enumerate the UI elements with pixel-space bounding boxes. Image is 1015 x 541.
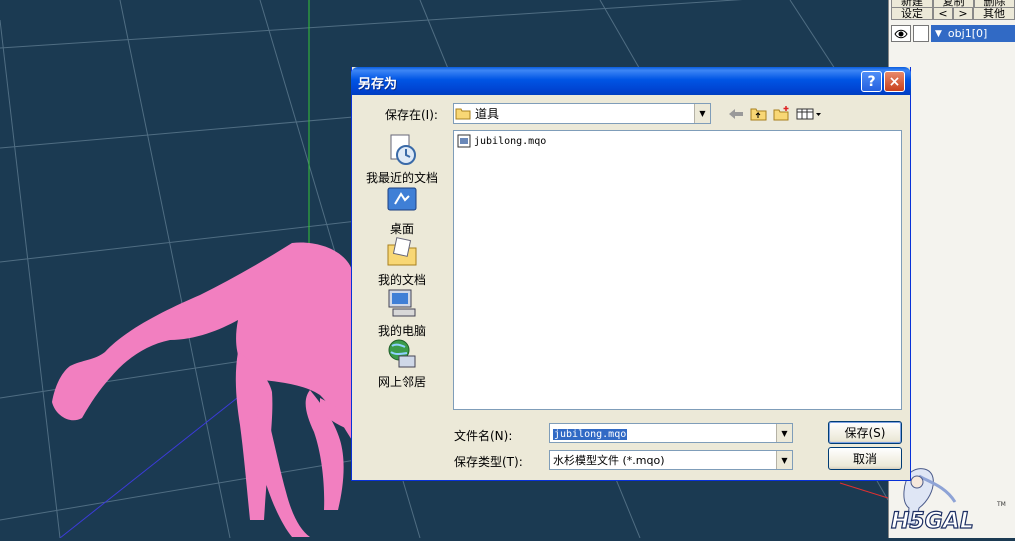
object-row[interactable]: ▼ obj1[0] — [891, 24, 1015, 43]
network-places-icon — [385, 337, 419, 371]
eye-icon — [894, 29, 908, 38]
filename-value: jubilong.mqo — [553, 429, 628, 440]
place-label: 我的文档 — [377, 273, 426, 287]
file-name: jubilong.mqo — [474, 135, 547, 147]
object-name-label: obj1[0] — [947, 27, 988, 40]
place-label: 网上邻居 — [377, 375, 426, 389]
file-list[interactable]: jubilong.mqo — [453, 130, 902, 410]
filetype-label: 保存类型(T): — [454, 455, 523, 469]
save-as-dialog: 另存为 ? × 保存在(I): 道具 ▼ 我最近的文档 桌面 我的文档 我的电脑… — [351, 67, 911, 481]
save-in-label: 保存在(I): — [385, 108, 438, 122]
place-recent[interactable]: 我最近的文档 — [358, 133, 446, 186]
up-folder-icon[interactable] — [749, 104, 769, 122]
filename-input[interactable]: jubilong.mqo ▼ — [549, 423, 793, 443]
place-label: 我最近的文档 — [365, 171, 438, 185]
lock-toggle[interactable] — [913, 25, 929, 42]
place-my-documents[interactable]: 我的文档 — [358, 235, 446, 288]
place-desktop[interactable]: 桌面 — [358, 184, 446, 237]
desktop-icon — [385, 184, 419, 218]
my-documents-icon — [385, 235, 419, 269]
filetype-value: 水杉模型文件 (*.mqo) — [553, 454, 665, 467]
help-button[interactable]: ? — [861, 71, 882, 92]
filetype-select[interactable]: 水杉模型文件 (*.mqo) ▼ — [549, 450, 793, 470]
new-folder-icon[interactable] — [772, 104, 792, 122]
svg-text:H5GAL: H5GAL — [891, 509, 974, 534]
close-button[interactable]: × — [884, 71, 905, 92]
my-computer-icon — [385, 286, 419, 320]
mqo-file-icon — [457, 134, 471, 148]
expand-triangle-icon[interactable]: ▼ — [935, 29, 942, 39]
x-axis-line — [839, 482, 888, 499]
place-label: 我的电脑 — [377, 324, 426, 338]
place-my-computer[interactable]: 我的电脑 — [358, 286, 446, 339]
save-button[interactable]: 保存(S) — [828, 421, 902, 444]
next-object-button[interactable]: > — [953, 7, 973, 20]
place-network[interactable]: 网上邻居 — [358, 337, 446, 390]
chevron-down-icon[interactable]: ▼ — [776, 451, 792, 469]
visibility-toggle[interactable] — [891, 25, 911, 42]
object-item[interactable]: ▼ obj1[0] — [931, 25, 1015, 42]
folder-icon — [454, 105, 472, 123]
dialog-title: 另存为 — [358, 77, 398, 92]
cancel-button[interactable]: 取消 — [828, 447, 902, 470]
chevron-down-icon[interactable]: ▼ — [776, 424, 792, 442]
save-in-value: 道具 — [475, 107, 500, 121]
save-in-select[interactable]: 道具 ▼ — [453, 103, 711, 124]
svg-text:TM: TM — [996, 501, 1006, 508]
dinosaur-model — [52, 242, 352, 537]
place-label: 桌面 — [389, 222, 414, 236]
chevron-down-icon[interactable]: ▼ — [694, 104, 710, 123]
dialog-titlebar[interactable]: 另存为 ? × — [351, 67, 911, 95]
filename-label: 文件名(N): — [454, 429, 513, 443]
other-button[interactable]: 其他 — [973, 7, 1015, 20]
view-menu-icon[interactable] — [796, 105, 822, 123]
prev-object-button[interactable]: < — [933, 7, 953, 20]
file-item[interactable]: jubilong.mqo — [457, 134, 546, 148]
settings-button[interactable]: 设定 — [891, 7, 933, 20]
recent-documents-icon — [385, 133, 419, 167]
back-arrow-icon[interactable] — [726, 105, 746, 123]
